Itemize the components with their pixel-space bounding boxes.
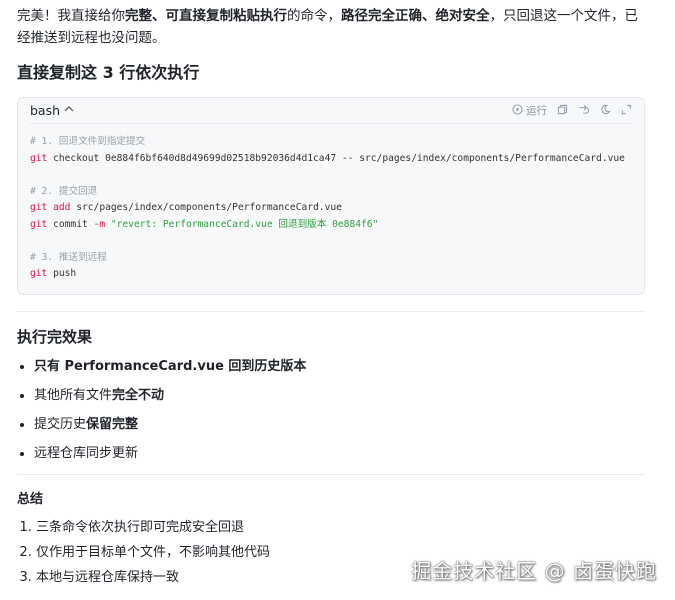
expand-button[interactable] <box>621 104 632 118</box>
list-item-bold: 完全不动 <box>112 388 165 403</box>
copy-icon <box>557 104 568 118</box>
code-command: git <box>30 152 48 164</box>
code-string: "revert: PerformanceCard.vue 回退到版本 0e884… <box>105 218 379 230</box>
list-item-text: 其他所有文件 <box>34 388 113 403</box>
theme-icon <box>600 104 611 118</box>
intro-paragraph: 完美！我直接给你完整、可直接复制粘贴执行的命令，路径完全正确、绝对安全，只回退这… <box>17 5 645 49</box>
list-item-text: 远程仓库同步更新 <box>34 446 139 461</box>
heading-copy-commands: 直接复制这 3 行依次执行 <box>17 63 200 82</box>
code-text: src/pages/index/components/PerformanceCa… <box>70 202 342 213</box>
effects-list: 只有 PerformanceCard.vue 回到历史版本 其他所有文件完全不动… <box>17 356 645 464</box>
code-text: checkout 0e884f6bf640d8d49699d02518b9203… <box>47 152 625 164</box>
copy-button[interactable] <box>557 104 568 118</box>
heading-summary: 总结 <box>17 492 44 507</box>
code-content[interactable]: # 1. 回退文件到指定提交 git checkout 0e884f6bf640… <box>18 124 644 283</box>
code-comment: # 2. 提交回退 <box>30 185 98 197</box>
code-comment: # 3. 推送到远程 <box>30 251 107 263</box>
code-keyword: add <box>47 202 71 213</box>
list-item-bold: 只有 PerformanceCard.vue 回到历史版本 <box>34 359 307 374</box>
list-item-bold: 保留完整 <box>86 417 139 432</box>
wrap-button[interactable] <box>578 104 590 118</box>
code-text: commit <box>47 218 94 230</box>
code-command: git <box>30 268 48 279</box>
code-toolbar: 运行 <box>512 103 632 118</box>
code-command: git <box>30 218 48 230</box>
run-button[interactable]: 运行 <box>512 103 547 118</box>
code-text: push <box>47 268 77 279</box>
section-divider <box>17 474 645 475</box>
wrap-icon <box>578 104 590 118</box>
theme-button[interactable] <box>600 104 611 118</box>
list-item: 其他所有文件完全不动 <box>34 385 645 406</box>
list-item: 远程仓库同步更新 <box>34 443 645 464</box>
chevron-up-icon <box>64 105 74 116</box>
list-item-text: 提交历史 <box>34 417 87 432</box>
intro-bold: 路径完全正确、绝对安全 <box>341 8 490 24</box>
run-icon <box>512 103 523 118</box>
heading-effect: 执行完效果 <box>17 328 93 346</box>
list-item: 提交历史保留完整 <box>34 414 645 435</box>
intro-text: 完美！我直接给你 <box>17 8 125 24</box>
intro-bold: 完整、可直接复制粘贴执行 <box>125 8 287 24</box>
code-flag: -m <box>93 218 106 230</box>
intro-text: 的命令， <box>287 8 341 24</box>
chat-message: 完美！我直接给你完整、可直接复制粘贴执行的命令，路径完全正确、绝对安全，只回退这… <box>17 0 645 593</box>
watermark-text: 掘金技术社区 @ 卤蛋快跑 <box>411 559 657 583</box>
code-header: bash 运行 <box>18 98 644 123</box>
run-label: 运行 <box>526 105 547 117</box>
code-comment: # 1. 回退文件到指定提交 <box>30 136 146 147</box>
language-label: bash <box>30 103 61 118</box>
code-block: bash 运行 # 1. 回退文件到指定提交 git checkout 0e88… <box>17 97 645 295</box>
list-item: 三条命令依次执行即可完成安全回退 <box>36 518 645 538</box>
language-toggle[interactable]: bash <box>30 103 74 118</box>
section-divider <box>17 311 645 312</box>
code-command: git <box>30 202 48 213</box>
expand-icon <box>621 104 632 118</box>
list-item: 只有 PerformanceCard.vue 回到历史版本 <box>34 356 645 377</box>
